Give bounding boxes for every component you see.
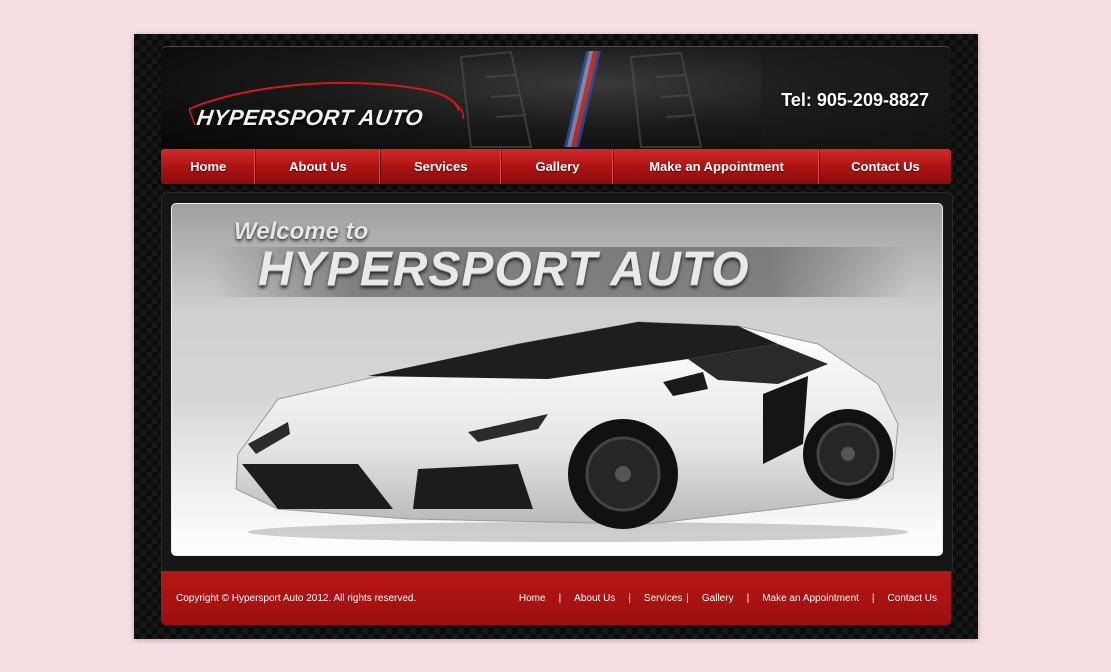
content-frame: Welcome to HYPERSPORT AUTO [161,192,953,574]
site-logo[interactable]: HYPERSPORT AUTO [195,105,424,131]
nav-item-home[interactable]: Home [161,149,257,184]
nav-item-contact-us[interactable]: Contact Us [820,149,951,184]
footer-separator: | [558,593,562,604]
nav-item-gallery[interactable]: Gallery [502,149,615,184]
hero-banner: Welcome to HYPERSPORT AUTO [171,203,943,556]
footer-link-services[interactable]: Services [644,593,682,604]
nav-item-make-an-appointment[interactable]: Make an Appointment [614,149,820,184]
footer-link-contact-us[interactable]: Contact Us [888,593,937,604]
footer-link-make-an-appointment[interactable]: Make an Appointment [762,593,859,604]
footer-navigation: Home | About Us | Services | Gallery | M… [519,593,937,604]
phone-number: Tel: 905-209-8827 [781,90,929,110]
footer-separator: | [871,593,875,604]
site-header: HYPERSPORT AUTO Tel: 905-209-8827 [161,46,951,153]
website-page: HYPERSPORT AUTO Tel: 905-209-8827 Home A… [134,34,978,639]
main-navigation: Home About Us Services Gallery Make an A… [161,149,951,184]
nav-item-about-us[interactable]: About Us [256,149,381,184]
footer-separator: | [746,593,750,604]
footer-link-about-us[interactable]: About Us [574,593,615,604]
copyright-text: Copyright © Hypersport Auto 2012. All ri… [176,593,417,604]
footer-separator: | [686,593,689,604]
nav-item-services[interactable]: Services [381,149,502,184]
footer-link-home[interactable]: Home [519,593,546,604]
sports-car-image [235,321,908,542]
footer-link-gallery[interactable]: Gallery [702,593,734,604]
hero-title: HYPERSPORT AUTO [258,243,750,296]
site-footer: Copyright © Hypersport Auto 2012. All ri… [161,571,951,625]
footer-separator: | [628,593,631,604]
